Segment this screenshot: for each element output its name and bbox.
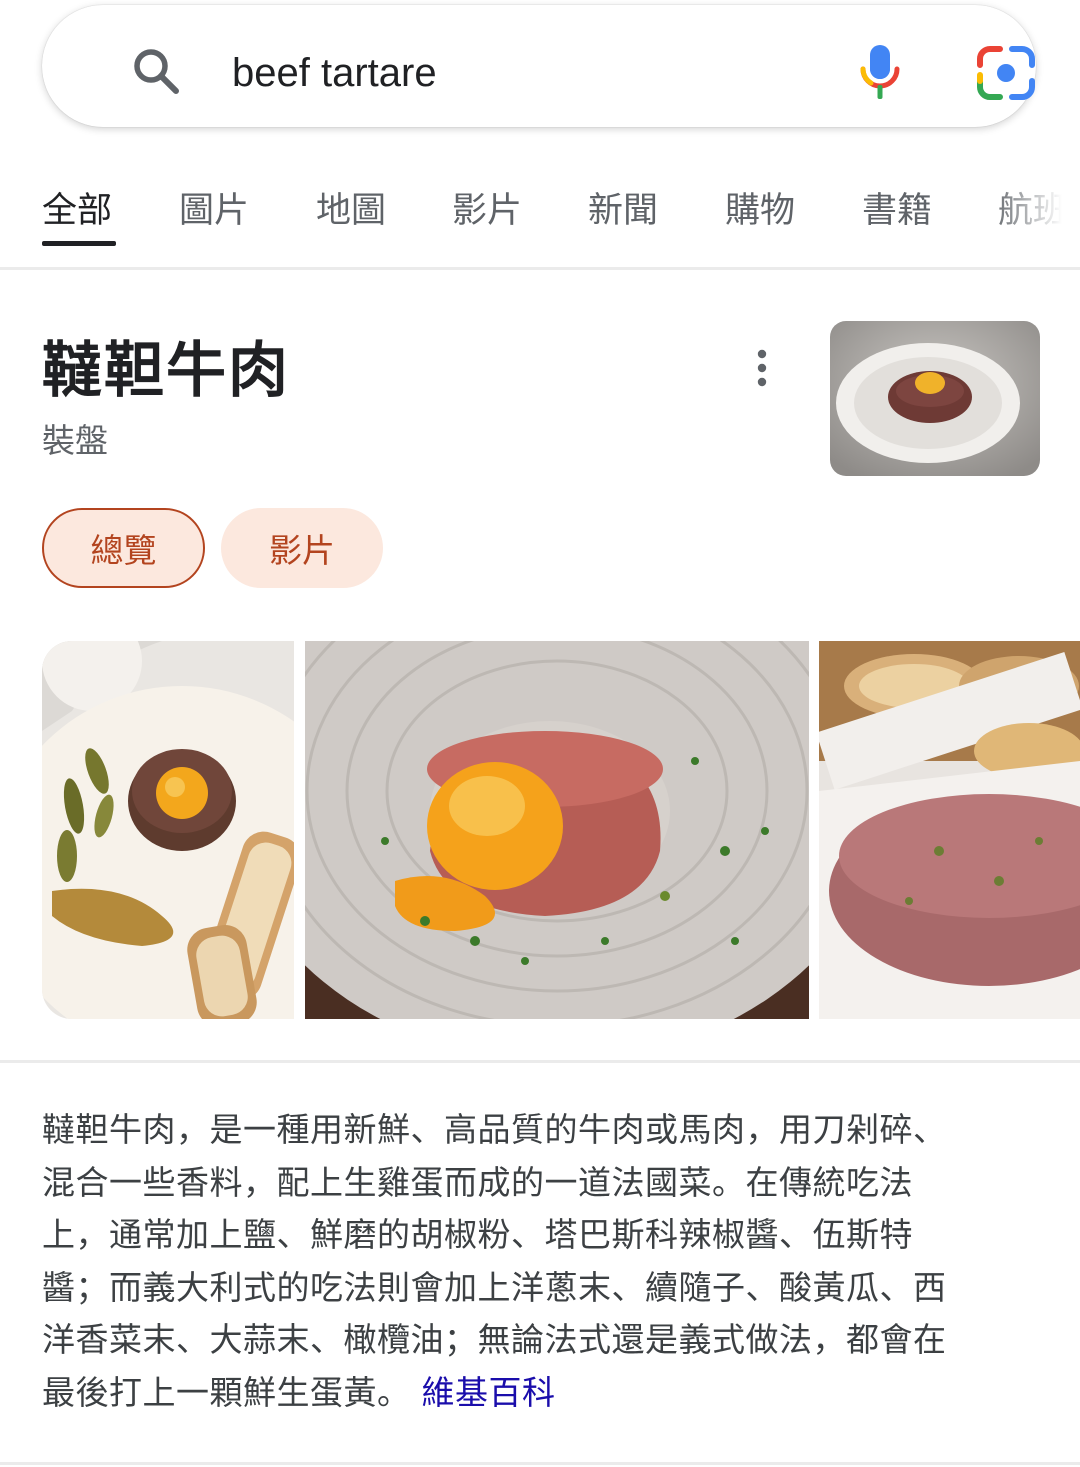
tab-images[interactable]: 圖片 [179,182,249,233]
entity-description: 韃靼牛肉，是一種用新鮮、高品質的牛肉或馬肉，用刀剁碎、 混合一些香料，配上生雞蛋… [42,1104,1042,1419]
image-result-3[interactable] [819,641,1080,1019]
description-line: 醬；而義大利式的吃法則會加上洋蔥末、續隨子、酸黃瓜、西 [42,1267,947,1307]
image-result-2[interactable] [305,641,809,1019]
active-tab-indicator [42,241,116,246]
tab-news[interactable]: 新聞 [588,182,658,233]
tab-maps[interactable]: 地圖 [316,182,386,233]
search-tabs: 全部 圖片 地圖 影片 新聞 購物 書籍 航班 [0,168,1080,268]
description-line: 韃靼牛肉，是一種用新鮮、高品質的牛肉或馬肉，用刀剁碎、 [42,1110,947,1149]
entity-type: 裝盤 [42,421,108,460]
tabs-fade-overlay [990,168,1080,268]
divider [0,1462,1080,1465]
entity-thumbnail-image[interactable] [830,321,1040,476]
search-input[interactable]: beef tartare [232,43,437,103]
microphone-icon[interactable] [858,43,902,101]
tab-all[interactable]: 全部 [42,182,112,233]
image-result-1[interactable] [42,641,294,1019]
description-line: 上，通常加上鹽、鮮磨的胡椒粉、塔巴斯科辣椒醬、伍斯特 [42,1215,913,1254]
divider [0,267,1080,270]
tab-books[interactable]: 書籍 [862,182,932,233]
wikipedia-source-link[interactable]: 維基百科 [422,1373,556,1412]
description-line: 混合一些香料，配上生雞蛋而成的一道法國菜。在傳統吃法 [42,1162,913,1202]
description-line: 最後打上一顆鮮生蛋黃。 [42,1372,411,1412]
chip-overview[interactable]: 總覽 [42,508,205,588]
divider [0,1060,1080,1063]
tab-shopping[interactable]: 購物 [725,182,795,233]
more-vert-icon[interactable] [744,346,780,390]
description-line: 洋香菜末、大蒜末、橄欖油；無論法式還是義式做法，都會在 [42,1320,947,1359]
page-title: 韃靼牛肉 [42,336,290,406]
search-icon[interactable] [130,45,182,97]
description-last-line: 最後打上一顆鮮生蛋黃。 維基百科 [42,1367,1042,1420]
google-lens-icon[interactable] [976,45,1036,101]
chip-videos[interactable]: 影片 [221,508,383,588]
search-bar[interactable]: beef tartare [42,5,1036,127]
tab-videos[interactable]: 影片 [452,182,522,233]
